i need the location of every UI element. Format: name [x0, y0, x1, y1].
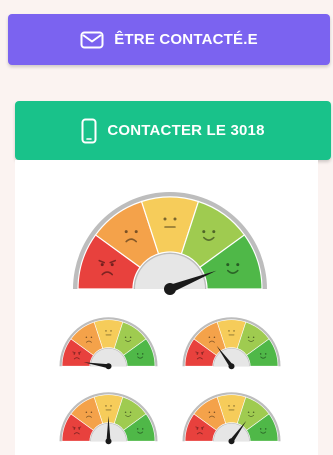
small-gauge-3 — [59, 392, 158, 445]
call-3018-label: CONTACTER LE 3018 — [107, 122, 265, 139]
gauge-needle-pivot — [105, 363, 112, 370]
small-gauge-4 — [182, 392, 281, 445]
small-gauge-2 — [182, 317, 281, 370]
gauge-needle-pivot — [228, 438, 235, 445]
small-gauge-1 — [59, 317, 158, 370]
smartphone-icon — [81, 118, 97, 144]
gauge-needle-pivot — [228, 363, 235, 370]
main-gauge — [73, 192, 267, 295]
contact-me-label: ÊTRE CONTACTÉ.E — [114, 31, 258, 48]
gauge-needle-pivot — [105, 438, 112, 445]
contact-me-button[interactable]: ÊTRE CONTACTÉ.E — [8, 14, 330, 65]
call-3018-button[interactable]: CONTACTER LE 3018 — [15, 101, 331, 160]
gauge-needle-pivot — [164, 283, 176, 295]
envelope-icon — [80, 31, 104, 49]
